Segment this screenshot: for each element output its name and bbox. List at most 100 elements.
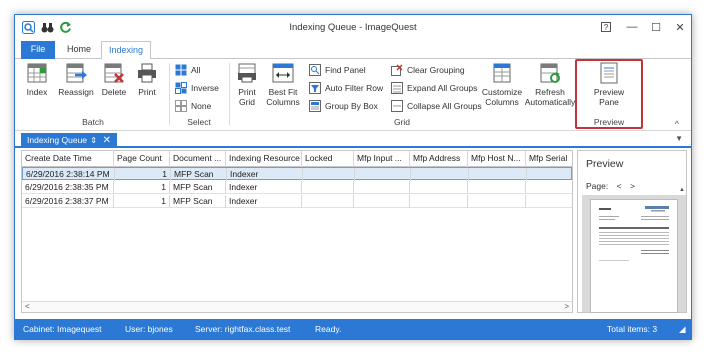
customize-columns-icon bbox=[493, 63, 511, 83]
document-thumbnail[interactable] bbox=[590, 199, 678, 313]
select-inverse-icon bbox=[175, 82, 187, 94]
help-button[interactable]: ? bbox=[595, 18, 617, 36]
doc-tab-label: Indexing Queue bbox=[27, 135, 88, 145]
cell-locked bbox=[303, 168, 355, 181]
column-header[interactable]: Mfp Serial bbox=[526, 151, 572, 167]
cell-create-date: 6/29/2016 2:38:37 PM bbox=[22, 195, 114, 208]
column-header[interactable]: Create Date Time bbox=[22, 151, 114, 167]
print-button[interactable]: Print bbox=[133, 62, 161, 97]
app-window: Indexing Queue - ImageQuest ? — ☐ ✕ File… bbox=[14, 14, 692, 340]
status-cabinet: Cabinet: Imagequest bbox=[23, 324, 102, 334]
cell-mfp-address bbox=[410, 181, 468, 194]
expand-all-groups-button[interactable]: Expand All Groups bbox=[391, 81, 477, 95]
cell-mfp-host bbox=[468, 181, 526, 194]
tab-home[interactable]: Home bbox=[59, 41, 99, 59]
pin-icon[interactable]: ⇕ bbox=[90, 133, 97, 148]
table-row[interactable]: 6/29/2016 2:38:37 PM 1 MFP Scan Indexer bbox=[22, 195, 572, 208]
group-box-icon bbox=[309, 100, 321, 112]
preview-title: Preview bbox=[586, 158, 624, 170]
status-server: Server: rightfax.class.test bbox=[195, 324, 291, 334]
status-bar: Cabinet: Imagequest User: bjones Server:… bbox=[15, 319, 691, 339]
reassign-icon bbox=[66, 63, 87, 83]
collapse-all-groups-button[interactable]: Collapse All Groups bbox=[391, 99, 482, 113]
grid-header: Create Date Time Page Count Document ...… bbox=[22, 151, 572, 167]
find-panel-icon bbox=[309, 64, 321, 76]
auto-filter-row-button[interactable]: Auto Filter Row bbox=[309, 81, 383, 95]
cell-mfp-serial bbox=[526, 181, 572, 194]
window-title: Indexing Queue - ImageQuest bbox=[289, 22, 417, 33]
column-header[interactable]: Locked bbox=[302, 151, 354, 167]
clear-grouping-button[interactable]: Clear Grouping bbox=[391, 63, 465, 77]
refresh-automatically-button[interactable]: Refresh Automatically bbox=[525, 62, 575, 107]
column-header[interactable]: Document ... bbox=[170, 151, 226, 167]
preview-scroll-icon[interactable]: ▲ bbox=[679, 187, 685, 195]
reassign-button[interactable]: Reassign bbox=[57, 62, 95, 97]
column-header[interactable]: Mfp Address bbox=[410, 151, 468, 167]
ribbon-tabs: File Home Indexing bbox=[15, 41, 691, 60]
preview-pane: Preview Page: < > ▲ bbox=[577, 150, 687, 313]
cell-mfp-address bbox=[411, 168, 469, 181]
customize-columns-button[interactable]: Customize Columns bbox=[481, 62, 523, 107]
preview-pane-icon bbox=[600, 62, 618, 84]
group-by-box-button[interactable]: Group By Box bbox=[309, 99, 378, 113]
expand-all-icon bbox=[391, 82, 403, 94]
cell-document: MFP Scan bbox=[170, 181, 226, 194]
cell-create-date: 6/29/2016 2:38:14 PM bbox=[23, 168, 115, 181]
tab-file[interactable]: File bbox=[21, 41, 55, 59]
group-label-preview: Preview bbox=[593, 117, 625, 127]
maximize-button[interactable]: ☐ bbox=[645, 18, 667, 36]
tab-list-dropdown-icon[interactable]: ▼ bbox=[675, 134, 683, 143]
printer-icon bbox=[138, 63, 156, 83]
cell-locked bbox=[302, 181, 354, 194]
delete-icon bbox=[104, 63, 124, 83]
select-all-button[interactable]: All bbox=[175, 63, 200, 77]
close-tab-icon[interactable]: ✕ bbox=[103, 133, 111, 148]
group-label-batch: Batch bbox=[82, 117, 104, 127]
clear-grouping-icon bbox=[391, 64, 403, 76]
minimize-button[interactable]: — bbox=[621, 18, 643, 36]
print-grid-icon bbox=[238, 63, 256, 83]
delete-button[interactable]: Delete bbox=[99, 62, 129, 97]
column-header[interactable]: Mfp Input ... bbox=[354, 151, 410, 167]
preview-pane-button[interactable]: Preview Pane bbox=[589, 62, 629, 107]
refresh-auto-icon bbox=[540, 63, 560, 83]
select-inverse-button[interactable]: Inverse bbox=[175, 81, 219, 95]
preview-area bbox=[582, 195, 686, 313]
cell-indexing-resource: Indexer bbox=[226, 195, 302, 208]
column-header[interactable]: Mfp Host N... bbox=[468, 151, 526, 167]
column-header[interactable]: Indexing Resource bbox=[226, 151, 302, 167]
table-row[interactable]: 6/29/2016 2:38:35 PM 1 MFP Scan Indexer bbox=[22, 181, 572, 194]
collapse-ribbon-icon[interactable]: ^ bbox=[675, 119, 679, 129]
find-panel-button[interactable]: Find Panel bbox=[309, 63, 366, 77]
cell-page-count: 1 bbox=[114, 181, 170, 194]
select-none-button[interactable]: None bbox=[175, 99, 211, 113]
cell-mfp-host bbox=[468, 195, 526, 208]
tab-indexing-queue[interactable]: Indexing Queue ⇕ ✕ bbox=[21, 133, 117, 148]
ribbon: Index Reassign Delete Print Batch All In… bbox=[15, 59, 691, 131]
scroll-left-icon[interactable]: < bbox=[25, 302, 30, 311]
select-none-icon bbox=[175, 100, 187, 112]
group-label-select: Select bbox=[187, 117, 211, 127]
next-page-button[interactable]: > bbox=[630, 181, 635, 191]
cell-indexing-resource: Indexer bbox=[227, 168, 303, 181]
filter-icon bbox=[309, 82, 321, 94]
cell-mfp-input bbox=[355, 168, 411, 181]
cell-locked bbox=[302, 195, 354, 208]
tab-indexing[interactable]: Indexing bbox=[101, 41, 151, 60]
resize-grip-icon[interactable]: ◢ bbox=[679, 319, 686, 339]
print-grid-button[interactable]: Print Grid bbox=[233, 62, 261, 107]
scroll-right-icon[interactable]: > bbox=[564, 302, 569, 311]
prev-page-button[interactable]: < bbox=[617, 181, 622, 191]
column-header[interactable]: Page Count bbox=[114, 151, 170, 167]
table-row[interactable]: 6/29/2016 2:38:14 PM 1 MFP Scan Indexer bbox=[22, 167, 572, 181]
indexing-queue-grid: Create Date Time Page Count Document ...… bbox=[21, 150, 573, 313]
best-fit-icon bbox=[272, 63, 294, 83]
status-user: User: bjones bbox=[125, 324, 173, 334]
index-button[interactable]: Index bbox=[23, 62, 51, 97]
horizontal-scrollbar[interactable]: < > bbox=[22, 301, 572, 312]
cell-mfp-input bbox=[354, 195, 410, 208]
cell-page-count: 1 bbox=[115, 168, 171, 181]
close-button[interactable]: ✕ bbox=[669, 18, 691, 36]
best-fit-columns-button[interactable]: Best Fit Columns bbox=[265, 62, 301, 107]
cell-indexing-resource: Indexer bbox=[226, 181, 302, 194]
